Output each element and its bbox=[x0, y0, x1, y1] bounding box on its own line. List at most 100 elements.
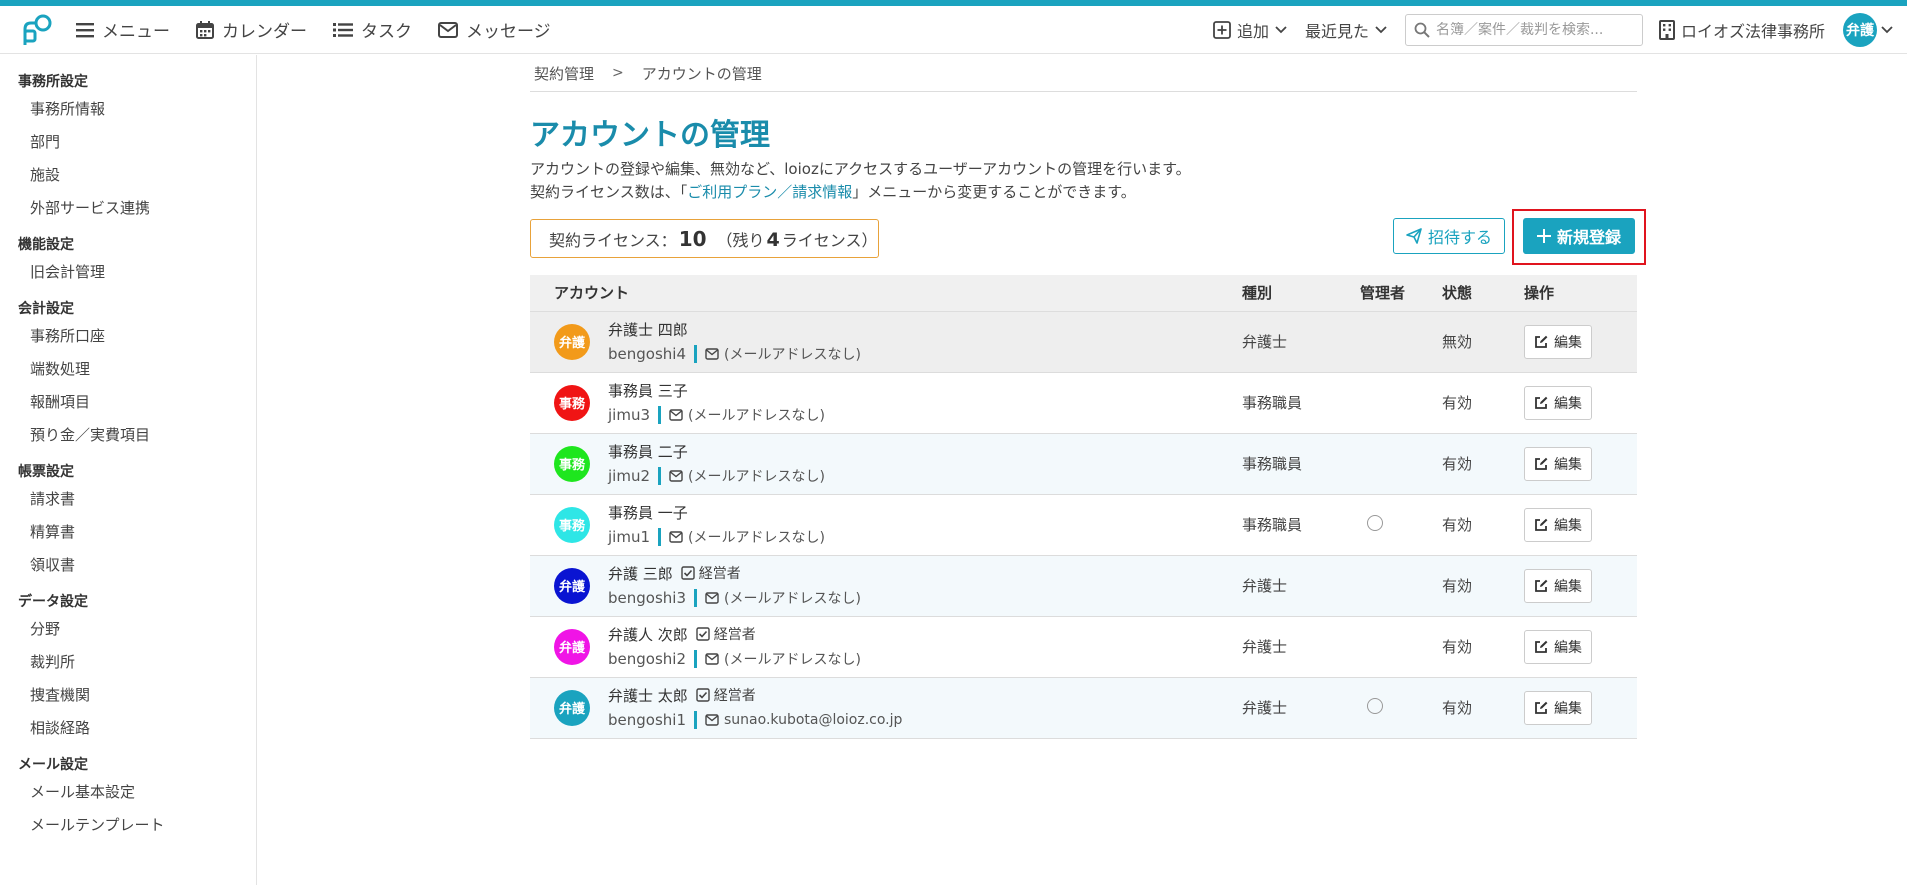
loioz-logo[interactable] bbox=[18, 10, 58, 50]
ops-cell: 編集 bbox=[1524, 433, 1637, 495]
breadcrumb-current: アカウントの管理 bbox=[641, 64, 762, 83]
edit-button[interactable]: 編集 bbox=[1524, 690, 1592, 725]
license-label: 契約ライセンス： bbox=[549, 230, 677, 250]
owner-badge: 経営者 bbox=[696, 624, 756, 644]
account-email: (メールアドレスなし) bbox=[669, 466, 825, 486]
checkbox-checked-icon bbox=[696, 688, 710, 702]
search-input[interactable] bbox=[1435, 21, 1626, 38]
envelope-icon bbox=[438, 21, 458, 38]
nav-messages[interactable]: メッセージ bbox=[438, 17, 551, 42]
account-name-line: 弁護人 次郎 経営者 bbox=[608, 623, 861, 645]
email-text: (メールアドレスなし) bbox=[724, 652, 861, 668]
sidebar-item-office-info[interactable]: 事務所情報 bbox=[0, 93, 256, 126]
col-header-account[interactable]: アカウント bbox=[530, 275, 1242, 312]
edit-button[interactable]: 編集 bbox=[1524, 324, 1592, 359]
account-status: 有効 bbox=[1442, 494, 1524, 556]
edit-button[interactable]: 編集 bbox=[1524, 568, 1592, 603]
account-sub-line: bengoshi1 sunao.kubota@loioz.co.jp bbox=[608, 709, 902, 731]
account-avatar: 弁護 bbox=[554, 567, 590, 604]
sidebar-item-fields[interactable]: 分野 bbox=[0, 613, 256, 646]
sidebar-item-consultation-routes[interactable]: 相談経路 bbox=[0, 712, 256, 745]
nav-menu[interactable]: メニュー bbox=[76, 17, 170, 42]
owner-label: 経営者 bbox=[713, 627, 756, 643]
plus-square-icon bbox=[1213, 20, 1231, 39]
account-type: 弁護士 bbox=[1242, 555, 1360, 617]
sidebar-section-title: メール設定 bbox=[18, 757, 88, 773]
invite-button[interactable]: 招待する bbox=[1393, 218, 1505, 254]
breadcrumb-parent[interactable]: 契約管理 bbox=[534, 63, 594, 84]
sidebar-item-external-services[interactable]: 外部サービス連携 bbox=[0, 192, 256, 225]
account-sub-line: bengoshi2 (メールアドレスなし) bbox=[608, 648, 861, 670]
nav-tasks[interactable]: タスク bbox=[333, 17, 412, 42]
table-row: 事務 事務員 一子 jimu1 (メールアドレスなし) 事務職員 有効 編集 bbox=[530, 494, 1637, 556]
logo-icon bbox=[23, 14, 52, 45]
sidebar-item-mail-basic[interactable]: メール基本設定 bbox=[0, 776, 256, 809]
edit-icon bbox=[1535, 640, 1548, 653]
admin-cell bbox=[1360, 372, 1442, 434]
account-status: 有効 bbox=[1442, 555, 1524, 617]
nav-tasks-label: タスク bbox=[361, 22, 412, 42]
ops-cell: 編集 bbox=[1524, 372, 1637, 434]
envelope-icon bbox=[705, 714, 719, 726]
sidebar-item-deposit-items[interactable]: 預り金／実費項目 bbox=[0, 419, 256, 452]
sidebar-item-departments[interactable]: 部門 bbox=[0, 126, 256, 159]
user-menu[interactable]: 弁護 bbox=[1843, 12, 1893, 47]
account-username: jimu1 bbox=[608, 528, 650, 546]
account-email: sunao.kubota@loioz.co.jp bbox=[705, 712, 902, 728]
account-username: jimu3 bbox=[608, 406, 650, 424]
add-dropdown[interactable]: 追加 bbox=[1213, 18, 1287, 42]
sidebar-item-rounding[interactable]: 端数処理 bbox=[0, 353, 256, 386]
nav-calendar[interactable]: カレンダー bbox=[196, 17, 307, 42]
top-header: メニュー カレンダー タスク メッセージ 追加 最近見た ロイオズ法律事務所 bbox=[0, 6, 1907, 54]
global-search[interactable] bbox=[1404, 13, 1643, 46]
recent-dropdown[interactable]: 最近見た bbox=[1305, 18, 1387, 42]
sidebar-item-legacy-accounting[interactable]: 旧会計管理 bbox=[0, 256, 256, 289]
col-header-admin[interactable]: 管理者 bbox=[1360, 275, 1442, 312]
sidebar-section-title: 機能設定 bbox=[18, 237, 74, 253]
account-type: 弁護士 bbox=[1242, 616, 1360, 678]
paper-plane-icon bbox=[1406, 228, 1422, 244]
edit-button[interactable]: 編集 bbox=[1524, 507, 1592, 542]
account-text: 事務員 一子 jimu1 (メールアドレスなし) bbox=[608, 501, 825, 548]
sidebar-item-receipt[interactable]: 領収書 bbox=[0, 549, 256, 582]
account-username: bengoshi3 bbox=[608, 589, 686, 607]
col-header-type[interactable]: 種別 bbox=[1242, 275, 1360, 312]
account-username: bengoshi4 bbox=[608, 345, 686, 363]
sidebar-item-mail-templates[interactable]: メールテンプレート bbox=[0, 809, 256, 842]
account-username: bengoshi1 bbox=[608, 711, 686, 729]
owner-label: 経営者 bbox=[713, 688, 756, 704]
plus-icon bbox=[1536, 229, 1551, 243]
sidebar-item-fee-items[interactable]: 報酬項目 bbox=[0, 386, 256, 419]
ops-cell: 編集 bbox=[1524, 555, 1637, 617]
description-text: 契約ライセンス数は、「 bbox=[530, 183, 688, 201]
sidebar-section-title: 会計設定 bbox=[18, 301, 74, 317]
edit-button[interactable]: 編集 bbox=[1524, 446, 1592, 481]
account-cell: 弁護 弁護士 太郎 経営者 bengoshi1 sunao.kubota@loioz.c… bbox=[530, 677, 1242, 739]
account-text: 弁護士 四郎 bengoshi4 (メールアドレスなし) bbox=[608, 318, 861, 365]
edit-button[interactable]: 編集 bbox=[1524, 629, 1592, 664]
account-type: 事務職員 bbox=[1242, 372, 1360, 434]
account-name: 弁護士 太郎 bbox=[608, 686, 688, 705]
new-account-button[interactable]: 新規登録 bbox=[1523, 218, 1635, 254]
account-cell: 事務 事務員 二子 jimu2 (メールアドレスなし) bbox=[530, 433, 1242, 495]
ops-cell: 編集 bbox=[1524, 311, 1637, 373]
account-type: 事務職員 bbox=[1242, 433, 1360, 495]
account-info: 事務 事務員 三子 jimu3 (メールアドレスなし) bbox=[554, 379, 1242, 426]
edit-button[interactable]: 編集 bbox=[1524, 385, 1592, 420]
building-icon bbox=[1658, 19, 1675, 40]
billing-plan-link[interactable]: ご利用プラン／請求情報 bbox=[687, 183, 852, 201]
separator-bar bbox=[694, 650, 697, 668]
col-header-status[interactable]: 状態 bbox=[1442, 275, 1524, 312]
sidebar-item-invoice[interactable]: 請求書 bbox=[0, 483, 256, 516]
account-type: 弁護士 bbox=[1242, 311, 1360, 373]
sidebar-item-facilities[interactable]: 施設 bbox=[0, 159, 256, 192]
office-switcher[interactable]: ロイオズ法律事務所 bbox=[1658, 18, 1825, 42]
account-cell: 弁護 弁護人 次郎 経営者 bengoshi2 (メールアドレスなし) bbox=[530, 616, 1242, 678]
nav-messages-label: メッセージ bbox=[466, 22, 551, 42]
sidebar-item-office-account[interactable]: 事務所口座 bbox=[0, 320, 256, 353]
edit-label: 編集 bbox=[1554, 395, 1582, 412]
sidebar-item-settlement[interactable]: 精算書 bbox=[0, 516, 256, 549]
account-sub-line: jimu1 (メールアドレスなし) bbox=[608, 526, 825, 548]
sidebar-item-courts[interactable]: 裁判所 bbox=[0, 646, 256, 679]
sidebar-item-investigative-agencies[interactable]: 捜査機関 bbox=[0, 679, 256, 712]
